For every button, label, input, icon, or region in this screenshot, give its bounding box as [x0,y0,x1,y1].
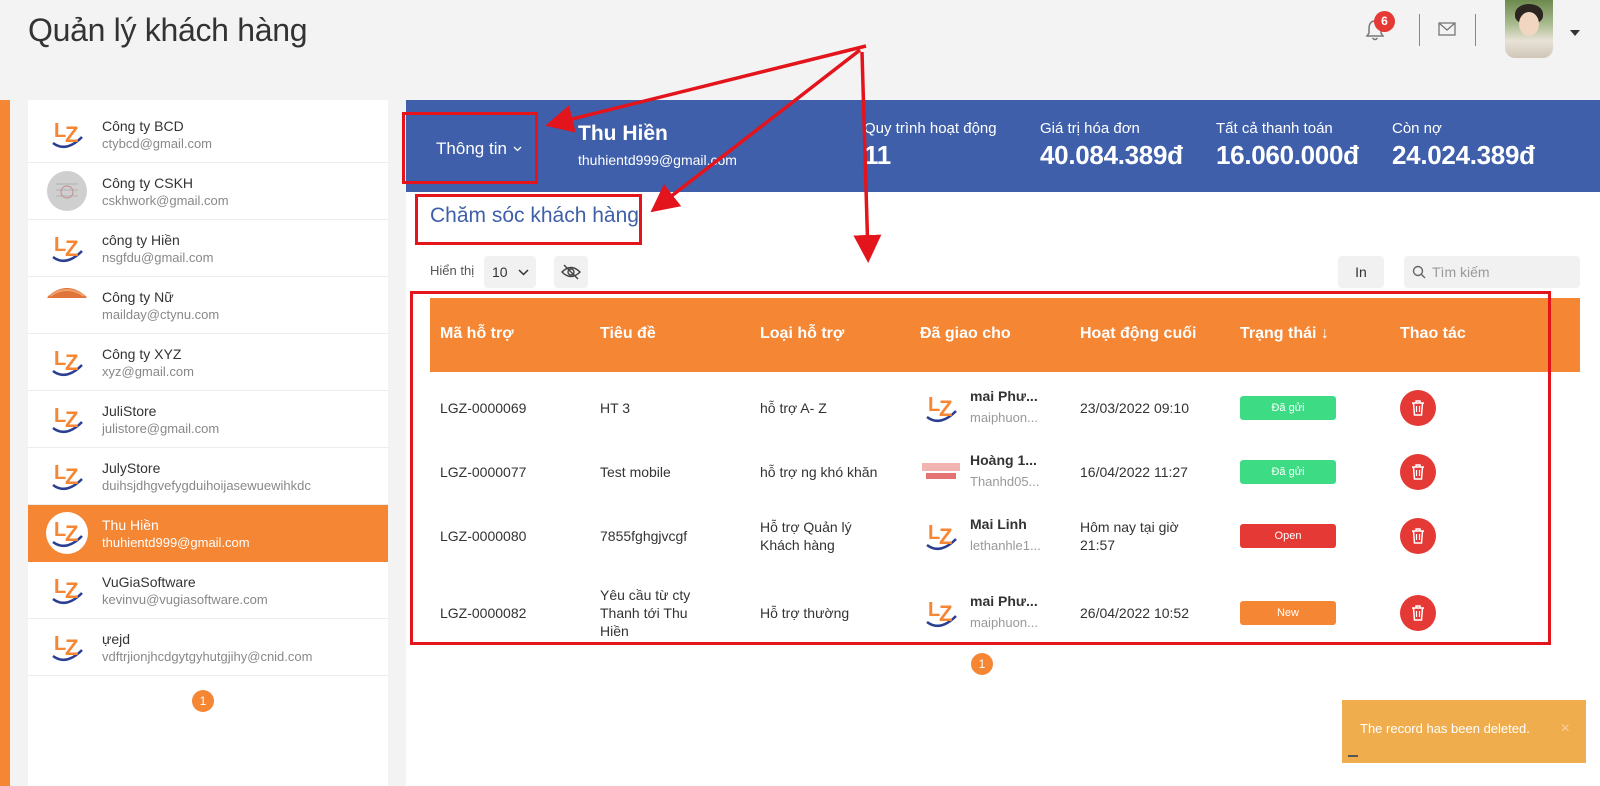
page-size-value: 10 [492,264,508,280]
svg-text:Z: Z [65,578,78,603]
customer-email: kevinvu@vugiasoftware.com [102,592,268,607]
svg-text:Z: Z [65,521,78,546]
customer-email: cskhwork@gmail.com [102,193,229,208]
search-input[interactable]: Tìm kiếm [1404,256,1580,288]
page-size-label: Hiển thị [430,263,475,278]
print-button[interactable]: In [1338,256,1384,288]
customer-logo: LZ [46,569,88,611]
stat-label-processes: Quy trình hoạt động [864,120,997,137]
customer-email: nsgfdu@gmail.com [102,250,214,265]
toast-notification: The record has been deleted. × [1342,700,1586,763]
svg-text:Z: Z [65,122,78,147]
customer-name: Công ty XYZ [102,346,182,362]
customer-list-item[interactable]: L Z Công ty XYZ xyz@gmail.com [28,334,388,391]
customer-email: thuhientd999@gmail.com [578,152,737,168]
customer-name: Thu Hiền [578,122,668,145]
customer-list-item[interactable]: L Z công ty Hiền nsgfdu@gmail.com [28,220,388,277]
sidebar-page-button[interactable]: 1 [192,690,214,712]
customer-logo [46,170,88,212]
stat-value-invoice: 40.084.389đ [1040,140,1183,170]
customer-email: duihsjdhgvefygduihoijasewuewihkdc [102,478,311,493]
customer-email: thuhientd999@gmail.com [102,535,250,550]
customer-logo [46,284,88,326]
close-icon[interactable]: × [1561,720,1570,738]
stat-value-paid: 16.060.000đ [1216,140,1359,170]
svg-text:Z: Z [65,635,78,660]
customer-logo: LZ [46,227,88,269]
customer-name: công ty Hiền [102,232,180,248]
toast-message: The record has been deleted. [1360,721,1530,736]
customer-list-item[interactable]: L Z Công ty BCD ctybcd@gmail.com [28,106,388,163]
annotation-box-table [410,291,1551,645]
chevron-down-icon[interactable] [1570,30,1580,36]
search-placeholder: Tìm kiếm [1432,264,1490,280]
customer-list-item[interactable]: Công ty CSKH cskhwork@gmail.com [28,163,388,220]
customer-email: ctybcd@gmail.com [102,136,213,151]
customer-list-item[interactable]: Công ty Nữ mailday@ctynu.com [28,277,388,334]
annotation-box-section [415,194,642,245]
toggle-columns-button[interactable] [554,256,588,288]
customer-email: julistore@gmail.com [102,421,220,436]
customer-name: ựejd [102,631,131,647]
toast-progress [1348,755,1358,757]
stat-label-invoice: Giá trị hóa đơn [1040,120,1140,137]
svg-text:Z: Z [65,236,78,261]
customer-logo: LZ [46,455,88,497]
table-page-button[interactable]: 1 [971,653,993,675]
customer-name: JulyStore [102,460,161,476]
customer-list-item[interactable]: L Z VuGiaSoftware kevinvu@vugiasoftware.com [28,562,388,619]
stat-value-processes: 11 [864,140,891,170]
customer-email: xyz@gmail.com [102,364,194,379]
customer-logo: LZ [46,113,88,155]
svg-text:Z: Z [65,464,78,489]
svg-text:Z: Z [65,407,78,432]
annotation-box-info [402,112,538,184]
customer-name: JuliStore [102,403,157,419]
customer-sidebar: L Z Công ty BCD ctybcd@gmail.com Công ty CSK… [28,100,388,786]
user-avatar[interactable] [1505,0,1553,58]
customer-logo: LZ [46,341,88,383]
stat-label-paid: Tất cả thanh toán [1216,120,1333,137]
customer-email: vdftrjionjhcdgytgyhutgjihy@cnid.com [102,649,313,664]
left-accent-strip [0,100,10,786]
header-divider [1475,14,1476,46]
search-icon [1412,265,1426,279]
customer-name: Thu Hiền [102,517,159,533]
customer-email: mailday@ctynu.com [102,307,220,322]
customer-list-item[interactable]: L Z Thu Hiền thuhientd999@gmail.com [28,505,388,562]
customer-logo: LZ [46,512,88,554]
customer-name: Công ty Nữ [102,289,174,305]
stat-label-debt: Còn nợ [1392,120,1442,137]
eye-slash-icon [561,264,581,280]
customer-logo: LZ [46,398,88,440]
customer-name: VuGiaSoftware [102,574,196,590]
svg-text:Z: Z [65,350,78,375]
customer-summary-bar: Thông tin Thu Hiền thuhientd999@gmail.co… [406,100,1600,192]
customer-name: Công ty BCD [102,118,184,134]
customer-logo: LZ [46,626,88,668]
header-divider [1419,14,1420,46]
mail-icon[interactable] [1438,22,1456,36]
page-size-select[interactable]: 10 [484,256,536,288]
customer-list-item[interactable]: L Z JuliStore julistore@gmail.com [28,391,388,448]
notification-badge: 6 [1374,11,1395,32]
customer-name: Công ty CSKH [102,175,194,191]
page-title: Quản lý khách hàng [28,12,308,48]
customer-list-item[interactable]: L Z ựejd vdftrjionjhcdgytgyhutgjihy@cnid.co… [28,619,388,676]
chevron-down-icon [518,268,529,276]
stat-value-debt: 24.024.389đ [1392,140,1535,170]
customer-list-item[interactable]: L Z JulyStore duihsjdhgvefygduihoijasewuewi… [28,448,388,505]
